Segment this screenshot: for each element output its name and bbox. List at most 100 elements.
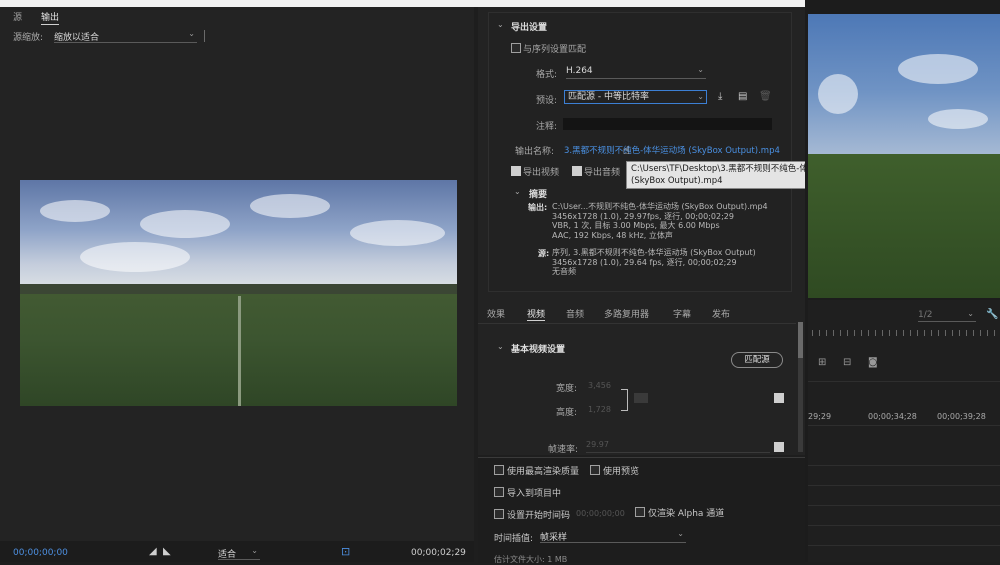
tab-publish[interactable]: 发布	[712, 307, 730, 320]
zoom-value: 1/2	[918, 310, 933, 320]
top-window-strip	[0, 0, 805, 7]
camera-icon[interactable]: ◙	[868, 357, 878, 368]
chain-link-icon[interactable]	[634, 393, 648, 403]
fit-value: 适合	[218, 550, 237, 560]
cursor-icon: ☝	[623, 144, 630, 157]
scrollbar-thumb[interactable]	[798, 322, 803, 358]
tab-multiplexer[interactable]: 多路复用器	[604, 307, 649, 320]
zoom-dropdown[interactable]: 1/2 ⌄	[918, 309, 976, 322]
format-value: H.264	[566, 66, 593, 76]
summary-title: 摘要	[529, 190, 548, 200]
divider	[808, 381, 1000, 382]
summary-line: 序列, 3.黑都不规则不纯色-体华运动场 (SkyBox Output)	[552, 248, 756, 257]
mark-in-icon[interactable]: ◢	[149, 546, 157, 557]
track-line	[808, 545, 1000, 546]
timeline-ruler	[812, 330, 997, 336]
use-previews-checkbox[interactable]	[590, 465, 600, 475]
preset-dropdown[interactable]: 匹配源 - 中等比特率 ⌄	[564, 90, 707, 104]
video-preview	[20, 180, 457, 406]
match-sequence-checkbox[interactable]	[511, 43, 521, 53]
import-preset-icon[interactable]: ▤	[738, 91, 747, 102]
timeline-timecode: 29;29	[808, 412, 832, 421]
source-scale-dropdown[interactable]: 缩放以适合 ⌄	[54, 29, 197, 43]
output-name-link[interactable]: 3.黑都不规则不纯色-体华运动场 (SkyBox Output).mp4	[564, 144, 780, 156]
cloud-shape	[250, 194, 330, 218]
render-alpha-label: 仅渲染 Alpha 通道	[648, 509, 725, 519]
overwrite-icon[interactable]: ⊟	[843, 357, 851, 368]
format-dropdown[interactable]: H.264 ⌄	[566, 65, 706, 79]
comment-label: 注释:	[536, 122, 558, 132]
render-alpha-checkbox[interactable]	[635, 507, 645, 517]
tab-video[interactable]: 视频	[527, 307, 546, 321]
use-previews-label: 使用预览	[603, 467, 640, 477]
field-line	[238, 296, 241, 406]
tab-captions[interactable]: 字幕	[673, 307, 691, 320]
summary-line: 无音频	[552, 267, 576, 276]
summary-line: AAC, 192 Kbps, 48 kHz, 立体声	[552, 230, 673, 240]
chevron-down-icon[interactable]: ⌄	[497, 342, 504, 351]
frame-rate-dropdown[interactable]: 29.97	[586, 440, 770, 453]
summary-source-label: 源:	[538, 249, 550, 258]
summary-source-text: 序列, 3.黑都不规则不纯色-体华运动场 (SkyBox Output) 345…	[552, 248, 792, 277]
cloud-shape	[80, 242, 190, 272]
tab-effects[interactable]: 效果	[487, 307, 505, 320]
safe-margins-icon[interactable]: ⊡	[341, 545, 350, 558]
time-interpolation-dropdown[interactable]: 帧采样 ⌄	[540, 529, 686, 543]
preset-value: 匹配源 - 中等比特率	[568, 92, 649, 102]
cloud-shape	[928, 109, 988, 129]
set-start-timecode-checkbox[interactable]	[494, 509, 504, 519]
chevron-down-icon[interactable]: ⌄	[514, 187, 521, 196]
export-video-label: 导出视频	[523, 168, 560, 178]
tab-output[interactable]: 输出	[41, 10, 60, 25]
cloud-shape	[40, 200, 110, 222]
chevron-down-icon: ⌄	[251, 546, 258, 555]
track-line	[808, 485, 1000, 486]
frame-rate-override-checkbox[interactable]	[774, 442, 784, 452]
current-timecode[interactable]: 00;00;00;00	[13, 548, 68, 558]
export-audio-label: 导出音频	[584, 168, 621, 178]
timeline-timecode: 00;00;39;28	[937, 412, 986, 421]
tab-source[interactable]: 源	[13, 10, 22, 23]
fit-dropdown[interactable]: 适合 ⌄	[218, 546, 260, 560]
width-value[interactable]: 3,456	[588, 381, 611, 390]
width-override-checkbox[interactable]	[774, 393, 784, 403]
wrench-icon[interactable]: 🔧	[986, 309, 998, 320]
start-timecode-value[interactable]: 00;00;00;00	[576, 509, 625, 518]
export-video-checkbox[interactable]	[511, 166, 521, 176]
comment-input[interactable]	[563, 118, 772, 130]
max-render-quality-checkbox[interactable]	[494, 465, 504, 475]
track-line	[808, 505, 1000, 506]
match-source-button[interactable]: 匹配源	[731, 352, 783, 368]
track-line	[808, 525, 1000, 526]
summary-line: 3456x1728 (1.0), 29.97fps, 逐行, 00;00;02;…	[552, 211, 734, 221]
summary-line: VBR, 1 次, 目标 3.00 Mbps, 最大 6.00 Mbps	[552, 221, 720, 230]
cloud-shape	[350, 220, 445, 246]
save-preset-icon[interactable]: ⤓	[718, 91, 722, 102]
track-line	[808, 465, 1000, 466]
tab-audio[interactable]: 音频	[566, 307, 584, 320]
chevron-down-icon: ⌄	[697, 65, 704, 74]
time-interpolation-label: 时间插值:	[494, 534, 534, 544]
chevron-down-icon[interactable]: ⌄	[497, 20, 504, 29]
divider	[478, 323, 796, 324]
height-label: 高度:	[556, 408, 578, 418]
export-audio-checkbox[interactable]	[572, 166, 582, 176]
estimated-file-size: 估计文件大小: 1 MB	[494, 555, 568, 564]
width-label: 宽度:	[556, 384, 578, 394]
timeline-timecode: 00;00;34;28	[868, 412, 917, 421]
source-scale-label: 源缩放:	[13, 33, 44, 43]
delete-preset-icon[interactable]: 🗑	[759, 91, 772, 102]
cloud-shape	[818, 74, 858, 114]
set-start-timecode-label: 设置开始时间码	[507, 511, 571, 521]
import-into-project-checkbox[interactable]	[494, 487, 504, 497]
height-value[interactable]: 1,728	[588, 405, 611, 414]
summary-output-text: C:\User...不规则不纯色-体华运动场 (SkyBox Output).m…	[552, 202, 792, 240]
mark-out-icon[interactable]: ◣	[163, 546, 171, 557]
grass-field	[808, 154, 1000, 298]
cloud-shape	[898, 54, 978, 84]
insert-icon[interactable]: ⊞	[818, 357, 826, 368]
summary-line: 3456x1728 (1.0), 29.64 fps, 逐行, 00;00;02…	[552, 257, 737, 267]
chevron-down-icon: ⌄	[188, 29, 195, 38]
chevron-down-icon: ⌄	[697, 92, 704, 101]
chevron-down-icon: ⌄	[677, 529, 684, 538]
